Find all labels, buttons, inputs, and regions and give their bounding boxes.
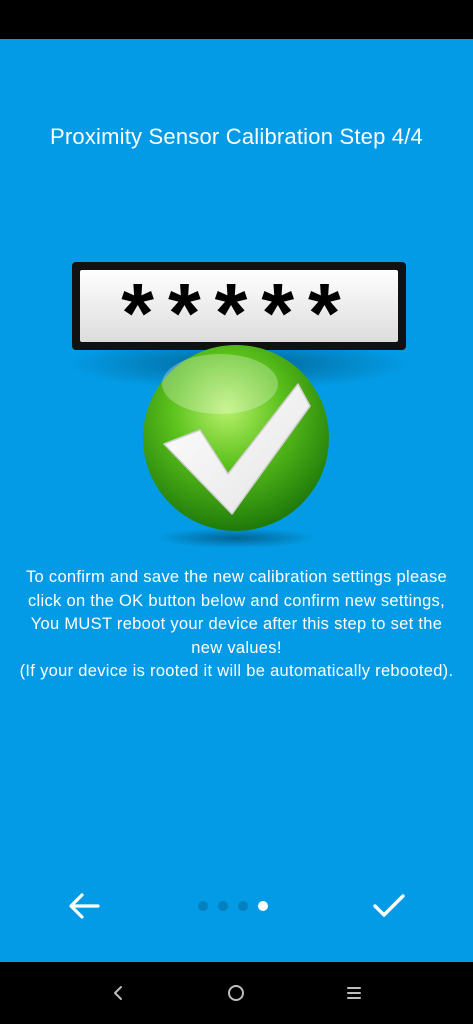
page-dot-4-active xyxy=(258,901,268,911)
circle-home-icon xyxy=(228,985,244,1001)
instructions-line-2: You MUST reboot your device after this s… xyxy=(30,615,443,657)
chevron-left-icon xyxy=(114,986,122,1000)
password-check-illustration: ***** xyxy=(68,262,408,548)
page-title: Proximity Sensor Calibration Step 4/4 xyxy=(49,124,423,149)
arrow-left-icon xyxy=(69,893,100,919)
instructions-line-3: (If your device is rooted it will be aut… xyxy=(19,662,454,680)
nav-menu-button[interactable] xyxy=(334,978,374,1008)
status-bar xyxy=(0,0,473,39)
nav-home-button[interactable] xyxy=(216,978,256,1008)
instructions-text: To confirm and save the new calibration … xyxy=(18,566,455,684)
checkmark-icon xyxy=(373,894,405,917)
page-indicator xyxy=(198,900,268,912)
hamburger-menu-icon xyxy=(347,987,361,999)
instructions-line-1: To confirm and save the new calibration … xyxy=(26,568,447,610)
page-dot-3 xyxy=(238,901,248,911)
confirm-button[interactable] xyxy=(366,884,412,928)
nav-back-button[interactable] xyxy=(98,978,138,1008)
system-navigation-bar xyxy=(0,962,473,1024)
page-dot-2 xyxy=(218,901,228,911)
page-dot-1 xyxy=(198,901,208,911)
back-button[interactable] xyxy=(62,884,106,928)
check-badge-highlight xyxy=(162,354,278,414)
